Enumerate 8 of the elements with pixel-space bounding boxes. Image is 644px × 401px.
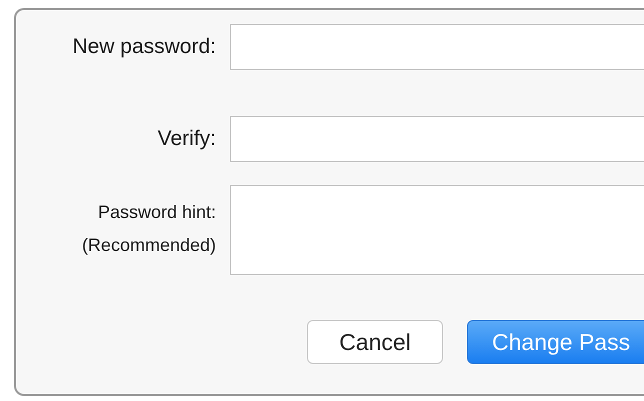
- field-label: Password hint:: [98, 202, 216, 222]
- field-label: (Recommended): [82, 234, 216, 256]
- field-label: New password:: [72, 35, 216, 59]
- input-field[interactable]: [230, 24, 644, 70]
- input-field[interactable]: [230, 185, 644, 275]
- cancel-button[interactable]: Cancel: [307, 320, 443, 364]
- field-label: Verify:: [158, 127, 216, 151]
- input-field[interactable]: [230, 116, 644, 162]
